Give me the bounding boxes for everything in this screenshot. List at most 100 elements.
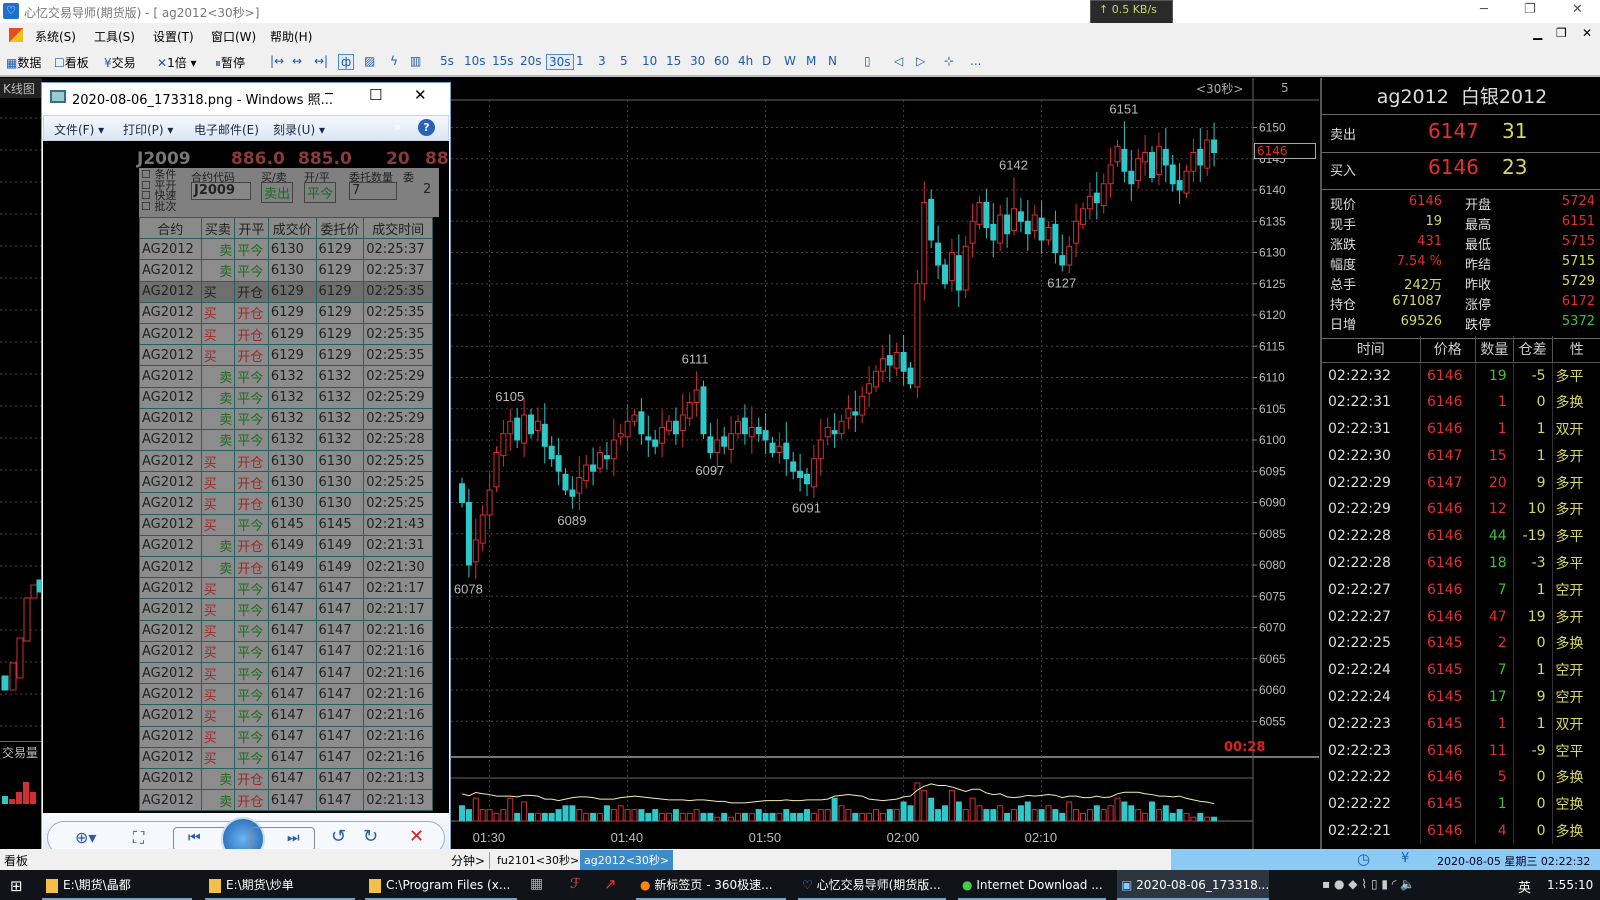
maximize-button[interactable]: ❐ xyxy=(1524,2,1536,17)
menu-window[interactable]: 窗口(W) xyxy=(211,28,256,45)
viewer-close-button[interactable]: ✕ xyxy=(414,86,427,104)
viewer-menu-file[interactable]: 文件(F) ▾ xyxy=(54,121,104,138)
mdi-restore-button[interactable]: ❐ xyxy=(1556,26,1567,40)
photo-viewer-window[interactable]: 2020-08-06_173318.png - Windows 照... ─ ☐… xyxy=(41,82,451,866)
candle-body xyxy=(1121,148,1128,172)
bookmark-icon[interactable]: ▯ xyxy=(862,54,873,68)
period-5s[interactable]: 5s xyxy=(438,54,456,68)
candlestick-chart[interactable]: 6150614561406135613061256120611561106105… xyxy=(451,78,1319,849)
candle xyxy=(1204,130,1211,177)
period-N[interactable]: N xyxy=(826,54,839,68)
period-4h[interactable]: 4h xyxy=(736,54,755,68)
trade-button[interactable]: ¥交易 xyxy=(102,54,138,71)
fills-cell: 卖 xyxy=(200,767,236,791)
period-D[interactable]: D xyxy=(760,54,773,68)
calculator-icon[interactable]: ▦ xyxy=(530,876,543,892)
close-button[interactable]: ✕ xyxy=(1572,2,1583,17)
menu-help[interactable]: 帮助(H) xyxy=(270,28,312,45)
quote-panel: ag2012 白银2012 卖出 6147 31 买入 6146 23 现价 61… xyxy=(1320,78,1600,849)
candle-body xyxy=(769,442,776,453)
viewer-menu-burn[interactable]: 刻录(U) ▾ xyxy=(273,121,325,138)
candlestick-icon[interactable]: ф xyxy=(338,54,355,70)
taskbar-idm[interactable]: ● Internet Download ... xyxy=(958,870,1106,900)
tab-minute[interactable]: 分钟> xyxy=(451,852,491,869)
crosshair-icon[interactable]: ⊹ xyxy=(942,54,956,68)
fills-cell: 6147 xyxy=(315,598,365,621)
fills-cell: AG2012 xyxy=(139,661,202,685)
zoom-right-icon[interactable]: ↔| xyxy=(312,54,330,68)
windows-start-icon[interactable]: ⊞ xyxy=(10,877,23,895)
period-10[interactable]: 10 xyxy=(640,54,659,68)
prev-icon[interactable]: ◁ xyxy=(892,54,905,68)
app-menu-icon[interactable] xyxy=(9,28,23,42)
taskbar-clock[interactable]: 1:55:10 xyxy=(1547,878,1593,892)
period-60[interactable]: 60 xyxy=(712,54,731,68)
period-3[interactable]: 3 xyxy=(596,54,608,68)
actual-size-icon[interactable]: ⛶ xyxy=(133,828,144,848)
rotate-right-icon[interactable]: ↻ xyxy=(363,826,378,847)
board-tab[interactable]: 看板 xyxy=(4,852,28,869)
delete-icon[interactable]: ✕ xyxy=(409,826,424,847)
help-icon[interactable]: ? xyxy=(418,119,435,136)
mdi-minimize-button[interactable]: ▁ xyxy=(1533,26,1542,40)
viewer-maximize-button[interactable]: ☐ xyxy=(369,86,382,104)
taskbar-folder-1[interactable]: E:\期货\晶都 xyxy=(42,870,192,900)
taskbar-browser[interactable]: ● 新标签页 - 360极速... xyxy=(636,870,786,900)
period-30s[interactable]: 30s xyxy=(546,54,574,70)
yen-icon[interactable]: ¥ xyxy=(1401,851,1409,866)
period-15s[interactable]: 15s xyxy=(490,54,516,68)
candle-body xyxy=(962,245,969,291)
period-1[interactable]: 1 xyxy=(574,54,586,68)
zoom-icon[interactable]: ⊕▾ xyxy=(75,828,96,847)
minimize-button[interactable]: ─ xyxy=(1480,2,1488,17)
volume-bar xyxy=(521,801,528,822)
next-icon[interactable]: ▷ xyxy=(914,54,927,68)
bars-icon[interactable]: ▥ xyxy=(408,54,423,68)
period-30[interactable]: 30 xyxy=(688,54,707,68)
taskbar-folder-2[interactable]: E:\期货\炒单 xyxy=(205,870,355,900)
next-image-button[interactable]: ⏭ xyxy=(250,827,315,851)
period-W[interactable]: W xyxy=(782,54,798,68)
pause-button[interactable]: ⏸暂停 xyxy=(213,54,247,71)
taskbar-photo-viewer[interactable]: ▣ 2020-08-06_173318... xyxy=(1117,870,1269,900)
more-button[interactable]: ... xyxy=(968,54,983,68)
data-button[interactable]: ▦数据 xyxy=(4,54,43,71)
tab-fu2101[interactable]: fu2101<30秒> xyxy=(497,852,587,868)
viewer-menu-email[interactable]: 电子邮件(E) xyxy=(194,121,259,138)
viewer-menu-print[interactable]: 打印(P) ▾ xyxy=(123,121,173,138)
candle xyxy=(700,380,707,439)
period-15[interactable]: 15 xyxy=(664,54,683,68)
input-language[interactable]: 英 xyxy=(1518,877,1531,896)
period-M[interactable]: M xyxy=(804,54,818,68)
mdi-close-button[interactable]: ✕ xyxy=(1582,26,1592,40)
candle xyxy=(548,436,555,467)
line-chart-icon[interactable]: ▨ xyxy=(362,54,377,68)
menu-settings[interactable]: 设置(T) xyxy=(153,28,194,45)
speed-dropdown[interactable]: ✕1倍 ▾ xyxy=(155,54,199,71)
taskbar-trading-app[interactable]: ♡ 心忆交易导师(期货版... xyxy=(798,870,946,900)
folder-icon xyxy=(209,878,221,893)
lightning-icon[interactable]: ϟ xyxy=(388,54,400,68)
candle-body xyxy=(500,433,507,457)
taskbar-folder-3[interactable]: C:\Program Files (x... xyxy=(365,870,517,900)
chart-canvas[interactable]: 6150614561406135613061256120611561106105… xyxy=(451,78,1319,849)
zoom-both-icon[interactable]: ↔ xyxy=(290,54,304,68)
menu-system[interactable]: 系统(S) xyxy=(35,28,76,45)
app-icon[interactable]: ℱ xyxy=(570,876,581,892)
tab-ag2012[interactable]: ag2012<30秒> xyxy=(580,850,674,870)
period-20s[interactable]: 20s xyxy=(518,54,544,68)
qty-input: 7 xyxy=(349,182,397,200)
viewer-minimize-button[interactable]: ─ xyxy=(325,87,333,102)
clock-icon[interactable]: ◷ xyxy=(1357,850,1370,868)
rotate-left-icon[interactable]: ↺ xyxy=(331,826,346,847)
chart-app-icon[interactable]: ↗ xyxy=(604,875,617,893)
fills-row: AG2012 卖开仓 6147 6147 02:21:13 xyxy=(139,789,433,812)
board-button[interactable]: ☐看板 xyxy=(52,54,91,71)
period-5[interactable]: 5 xyxy=(618,54,630,68)
tray-icons[interactable]: ▪ ● ◆ ⌇ ▯ ▮ ◜ 🔈 xyxy=(1322,877,1415,891)
menu-tools[interactable]: 工具(S) xyxy=(94,28,135,45)
period-10s[interactable]: 10s xyxy=(462,54,488,68)
tick-row: 02:22:25 6145 2 0 多换 xyxy=(1322,629,1600,657)
zoom-left-icon[interactable]: |↔ xyxy=(268,54,286,68)
chevron-right-icon[interactable]: » xyxy=(394,120,401,134)
